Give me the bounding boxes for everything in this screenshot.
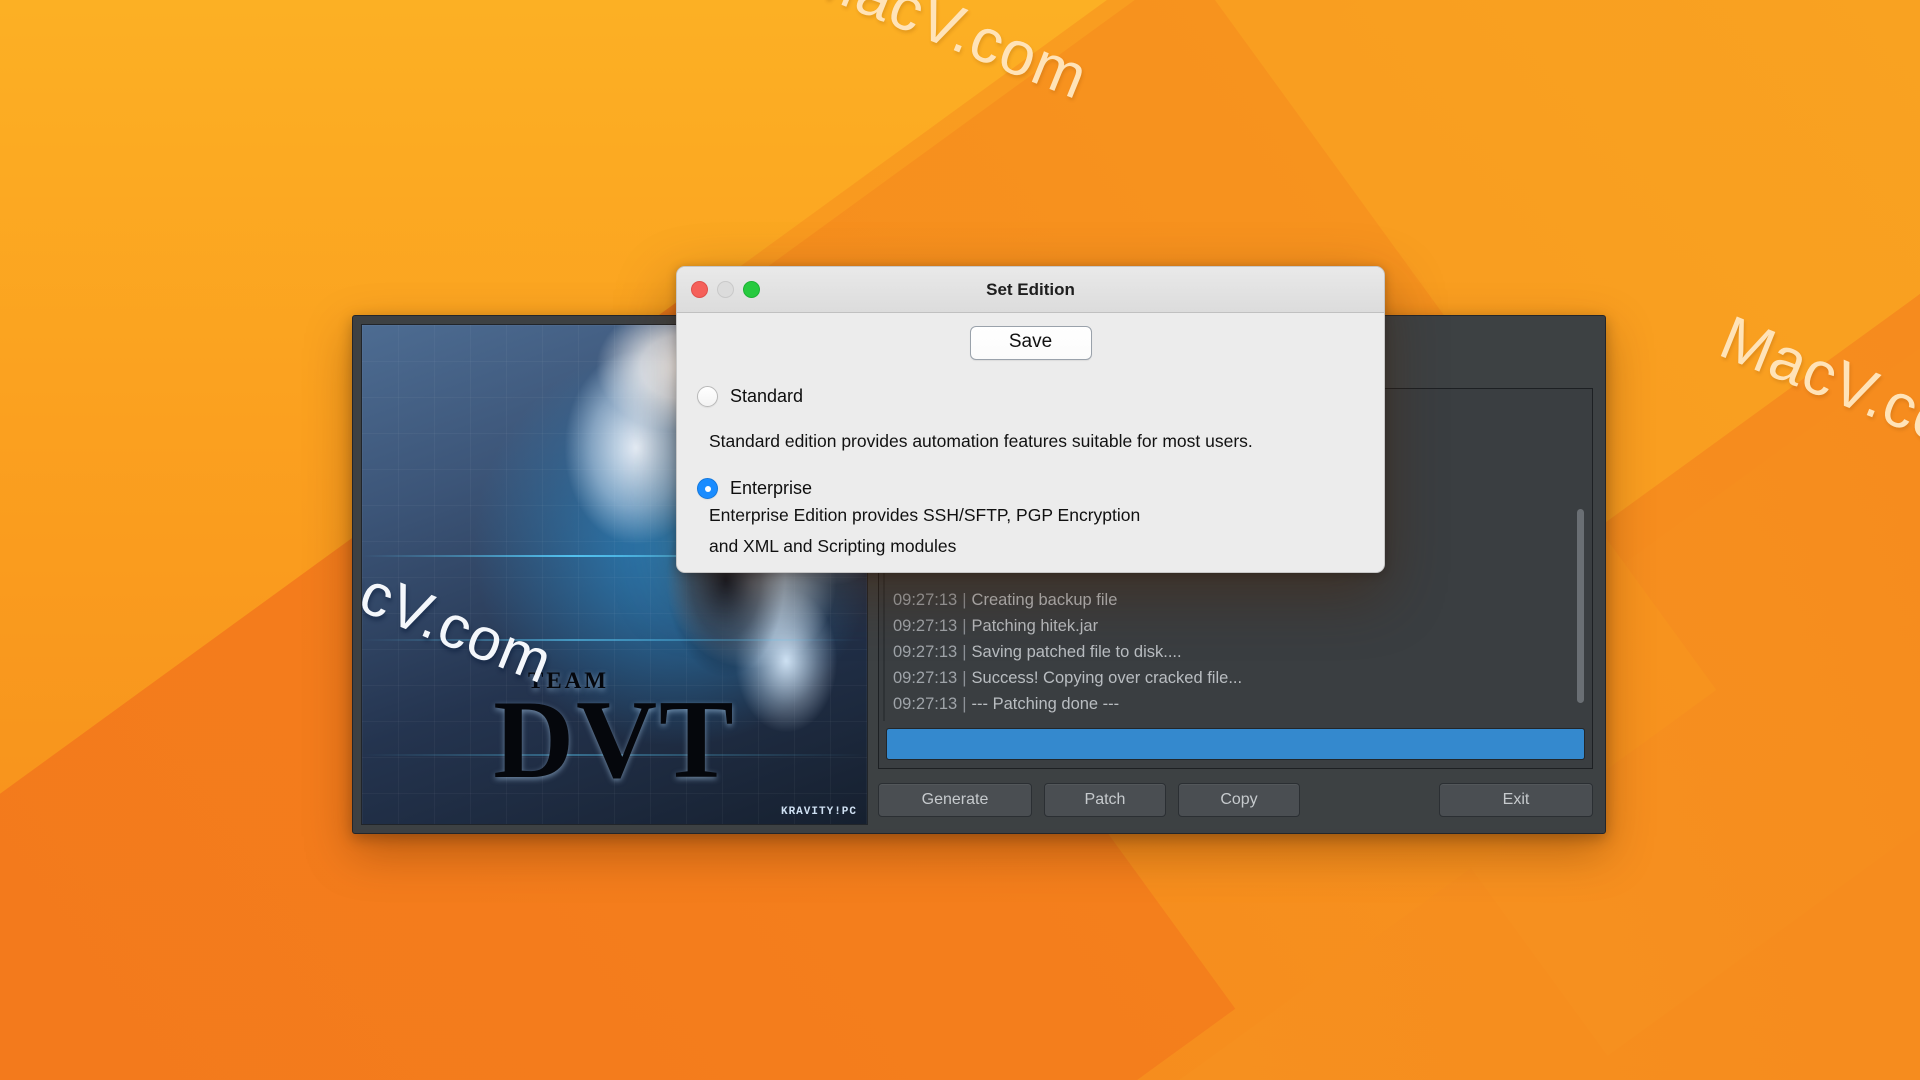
log-separator: | bbox=[962, 669, 967, 687]
log-line: 09:27:13 | --- Patching done --- bbox=[893, 691, 1570, 717]
log-line: 09:27:13 | Success! Copying over cracked f… bbox=[893, 665, 1570, 691]
description-enterprise-line-1: Enterprise Edition provides SSH/SFTP, PG… bbox=[709, 505, 1141, 525]
log-time: 09:27:13 bbox=[893, 591, 958, 609]
log-line: 09:27:13 | Patching hitek.jar bbox=[893, 613, 1570, 639]
radio-option-enterprise[interactable]: Enterprise bbox=[677, 478, 1384, 499]
log-separator: | bbox=[962, 617, 967, 635]
log-separator: | bbox=[962, 695, 967, 713]
log-time: 09:27:13 bbox=[893, 695, 958, 713]
minimize-icon[interactable] bbox=[717, 281, 734, 298]
dialog-body: Save Standard Standard edition provides … bbox=[677, 313, 1384, 572]
log-lines: 09:27:13 | Creating backup file 09:27:13 | P… bbox=[893, 587, 1570, 717]
log-line: 09:27:13 | Saving patched file to disk.... bbox=[893, 639, 1570, 665]
save-button[interactable]: Save bbox=[969, 326, 1092, 360]
log-time: 09:27:13 bbox=[893, 643, 958, 661]
dvt-logo-text: DVT bbox=[493, 678, 736, 802]
set-edition-dialog[interactable]: Set Edition Save Standard Standard editi… bbox=[676, 266, 1385, 573]
log-separator: | bbox=[962, 591, 967, 609]
artist-credit: KRAVITY!PC bbox=[780, 806, 857, 818]
log-line: 09:27:13 | Creating backup file bbox=[893, 587, 1570, 613]
log-time: 09:27:13 bbox=[893, 617, 958, 635]
copy-button[interactable]: Copy bbox=[1178, 783, 1300, 817]
generate-button[interactable]: Generate bbox=[878, 783, 1032, 817]
zoom-icon[interactable] bbox=[743, 281, 760, 298]
log-message: Success! Copying over cracked file... bbox=[971, 669, 1243, 687]
action-button-row: Generate Patch Copy Exit bbox=[876, 769, 1595, 823]
description-enterprise-line-2: and XML and Scripting modules bbox=[709, 536, 957, 556]
patch-button[interactable]: Patch bbox=[1044, 783, 1166, 817]
radio-icon-standard[interactable] bbox=[697, 386, 718, 407]
log-message: Creating backup file bbox=[971, 591, 1118, 609]
close-icon[interactable] bbox=[691, 281, 708, 298]
radio-option-standard[interactable]: Standard bbox=[677, 386, 1384, 407]
log-scrollbar[interactable] bbox=[1577, 403, 1584, 715]
dialog-titlebar[interactable]: Set Edition bbox=[677, 267, 1384, 313]
desktop-screen: MacV.com MacV.co TEAM DVT KRAVITY!PC Mac… bbox=[0, 0, 1920, 1080]
radio-label-enterprise: Enterprise bbox=[730, 478, 813, 498]
progress-bar-fill bbox=[887, 729, 1584, 759]
description-standard: Standard edition provides automation fea… bbox=[709, 431, 1253, 451]
progress-bar bbox=[886, 728, 1585, 760]
log-message: Patching hitek.jar bbox=[971, 617, 1099, 635]
dvt-logo: TEAM DVT bbox=[362, 669, 867, 796]
radio-label-standard: Standard bbox=[730, 386, 804, 406]
log-scrollbar-thumb[interactable] bbox=[1577, 509, 1584, 703]
traffic-lights bbox=[691, 281, 760, 298]
log-time: 09:27:13 bbox=[893, 669, 958, 687]
log-message: Saving patched file to disk.... bbox=[971, 643, 1182, 661]
radio-icon-enterprise[interactable] bbox=[697, 478, 718, 499]
exit-button[interactable]: Exit bbox=[1439, 783, 1593, 817]
log-separator: | bbox=[962, 643, 967, 661]
log-message: --- Patching done --- bbox=[971, 695, 1120, 713]
dialog-title: Set Edition bbox=[986, 279, 1075, 299]
save-button-row: Save bbox=[677, 313, 1384, 360]
